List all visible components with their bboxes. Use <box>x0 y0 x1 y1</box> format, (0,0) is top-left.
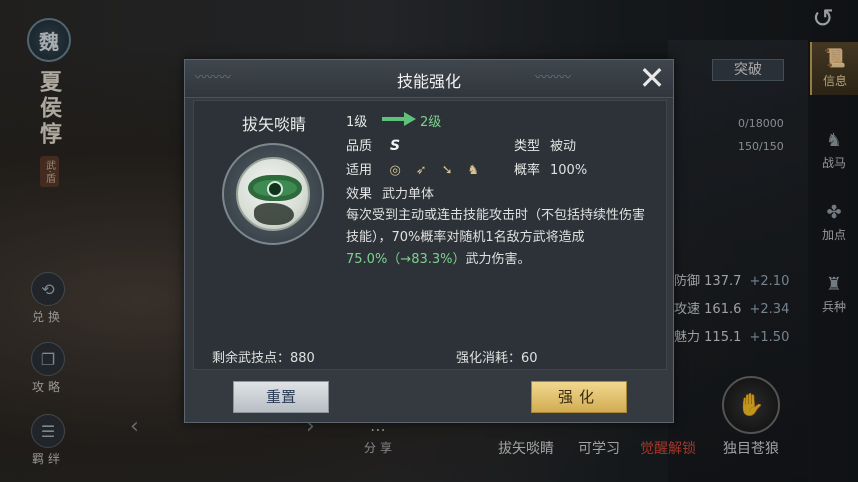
chance-value: 100% <box>550 163 588 178</box>
dialog-body: 拔矢啖睛 1级 2级 品质 S 类型 被动 适用 ◎ ➶ ➘ ♞ 概率 100%… <box>193 100 667 370</box>
skill-description: 每次受到主动或连击技能攻击时（不包括持续性伤害技能），70%概率对随机1名敌方武… <box>346 205 656 271</box>
skill-name: 拔矢啖睛 <box>241 115 306 134</box>
shield-icon: ◎ <box>389 163 401 178</box>
level-from: 1级 <box>346 115 368 130</box>
type-value: 被动 <box>550 139 577 154</box>
ink-splash <box>254 203 294 225</box>
header-ornament-icon: 〰〰〰 <box>535 70 572 84</box>
eye-pupil <box>267 181 283 197</box>
description-text: 每次受到主动或连击技能攻击时（不包括持续性伤害技能），70%概率对随机1名敌方武… <box>346 208 646 245</box>
quality-row: 品质 S <box>346 135 400 154</box>
applies-row: 适用 ◎ ➶ ➘ ♞ <box>346 159 482 180</box>
skill-enhance-dialog: 〰〰〰 技能强化 〰〰〰 ✕ 拔矢啖睛 1级 2级 品质 S 类型 被动 适用 ◎ <box>184 59 674 423</box>
bow-icon: ➶ <box>415 163 427 178</box>
close-icon: ✕ <box>638 59 666 97</box>
level-to: 2级 <box>420 115 442 130</box>
skill-emblem-inner <box>236 157 310 231</box>
effect-row: 效果 武力单体 <box>346 183 434 202</box>
dialog-header: 〰〰〰 技能强化 〰〰〰 ✕ <box>185 60 673 98</box>
effect-value: 武力单体 <box>382 187 435 202</box>
horse-icon: ♞ <box>467 163 479 178</box>
cost-label: 强化消耗： <box>456 351 522 366</box>
reset-button[interactable]: 重置 <box>233 381 329 413</box>
skill-eye-icon <box>222 143 324 245</box>
close-button[interactable]: ✕ <box>635 62 669 96</box>
effect-key: 效果 <box>346 187 373 202</box>
type-row: 类型 被动 <box>514 135 576 154</box>
cost-value: 60 <box>521 351 538 366</box>
type-key: 类型 <box>514 139 541 154</box>
points-left-label: 剩余武技点： <box>212 351 291 366</box>
description-damage-value: 75.0%（→83.3%） <box>346 252 466 267</box>
enhance-button[interactable]: 强化 <box>531 381 627 413</box>
points-left-value: 880 <box>290 351 315 366</box>
remaining-skill-points: 剩余武技点：880 <box>212 347 315 366</box>
level-arrow-icon <box>382 111 416 130</box>
enhance-cost: 强化消耗：60 <box>456 347 538 366</box>
applies-key: 适用 <box>346 163 373 178</box>
spear-icon: ➘ <box>441 163 453 178</box>
description-tail: 武力伤害。 <box>465 252 531 267</box>
chance-key: 概率 <box>514 163 541 178</box>
quality-value: S <box>390 138 401 154</box>
chance-row: 概率 100% <box>514 159 587 178</box>
quality-key: 品质 <box>346 139 373 154</box>
